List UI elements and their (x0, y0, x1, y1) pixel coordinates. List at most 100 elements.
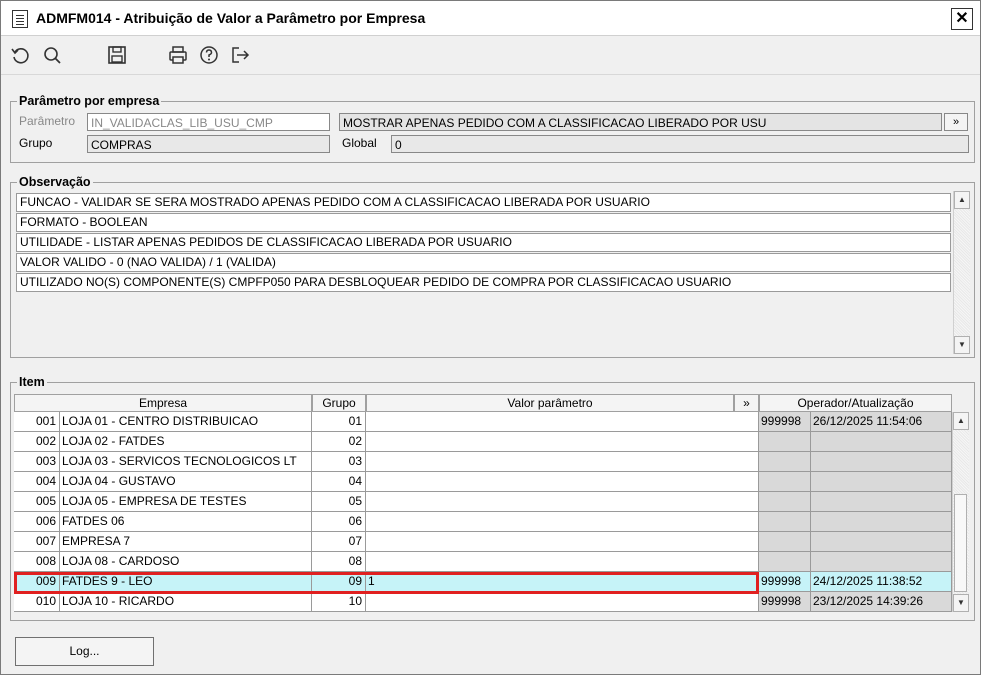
valor-cell[interactable] (366, 552, 759, 572)
operador-column-header[interactable]: Operador/Atualização (759, 394, 952, 412)
empresa-column-header[interactable]: Empresa (14, 394, 312, 412)
global-label: Global (342, 136, 377, 150)
parametro-label: Parâmetro (19, 114, 76, 128)
table-row[interactable]: 005 LOJA 05 - EMPRESA DE TESTES 05 (14, 492, 952, 512)
global-field: 0 (391, 135, 969, 153)
atualizacao-cell: 23/12/2025 14:39:26 (811, 592, 952, 612)
close-button[interactable]: ✕ (951, 8, 973, 30)
observacao-scrollbar[interactable]: ▲ ▼ (953, 191, 970, 354)
log-button[interactable]: Log... (15, 637, 154, 666)
operador-cell (759, 552, 811, 572)
toolbar (1, 36, 980, 75)
title-bar: ADMFM014 - Atribuição de Valor a Parâmet… (1, 1, 980, 36)
atualizacao-cell (811, 512, 952, 532)
grupo-cell: 04 (312, 472, 366, 492)
operador-cell: 999998 (759, 592, 811, 612)
empresa-name-cell: FATDES 9 - LEO (60, 572, 312, 592)
empresa-name-cell: LOJA 03 - SERVICOS TECNOLOGICOS LT (60, 452, 312, 472)
atualizacao-cell (811, 472, 952, 492)
grupo-field: COMPRAS (87, 135, 330, 153)
empresa-name-cell: LOJA 01 - CENTRO DISTRIBUICAO (60, 412, 312, 432)
table-row[interactable]: 010 LOJA 10 - RICARDO 10 999998 23/12/20… (14, 592, 952, 612)
empresa-name-cell: EMPRESA 7 (60, 532, 312, 552)
search-icon[interactable] (41, 44, 63, 66)
valor-cell[interactable] (366, 432, 759, 452)
empresa-name-cell: LOJA 08 - CARDOSO (60, 552, 312, 572)
window-title: ADMFM014 - Atribuição de Valor a Parâmet… (36, 10, 426, 26)
operador-cell (759, 432, 811, 452)
observacao-line[interactable]: UTILIZADO NO(S) COMPONENTE(S) CMPFP050 P… (16, 273, 951, 292)
table-row[interactable]: 007 EMPRESA 7 07 (14, 532, 952, 552)
atualizacao-cell (811, 532, 952, 552)
parametro-more-button[interactable]: » (944, 113, 968, 131)
atualizacao-cell: 26/12/2025 11:54:06 (811, 412, 952, 432)
observacao-line[interactable]: VALOR VALIDO - 0 (NAO VALIDA) / 1 (VALID… (16, 253, 951, 272)
observacao-group: Observação FUNCAO - VALIDAR SE SERA MOST… (10, 175, 975, 358)
empresa-code-cell: 001 (14, 412, 60, 432)
atualizacao-cell (811, 552, 952, 572)
valor-more-button[interactable]: » (734, 394, 759, 412)
atualizacao-cell (811, 452, 952, 472)
scroll-down-icon[interactable]: ▼ (954, 336, 970, 354)
scroll-up-icon[interactable]: ▲ (953, 412, 969, 430)
grupo-cell: 08 (312, 552, 366, 572)
help-icon[interactable] (198, 44, 220, 66)
operador-cell (759, 452, 811, 472)
valor-cell[interactable]: 1 (366, 572, 759, 592)
grupo-column-header[interactable]: Grupo (312, 394, 366, 412)
parametro-description-field: MOSTRAR APENAS PEDIDO COM A CLASSIFICACA… (339, 113, 942, 131)
print-icon[interactable] (167, 44, 189, 66)
operador-cell (759, 492, 811, 512)
item-grid-scrollbar[interactable]: ▲ ▼ (952, 412, 969, 612)
observacao-line[interactable]: FORMATO - BOOLEAN (16, 213, 951, 232)
table-row[interactable]: 003 LOJA 03 - SERVICOS TECNOLOGICOS LT 0… (14, 452, 952, 472)
app-window: ADMFM014 - Atribuição de Valor a Parâmet… (0, 0, 981, 675)
save-icon[interactable] (106, 44, 128, 66)
operador-cell (759, 532, 811, 552)
empresa-code-cell: 002 (14, 432, 60, 452)
empresa-code-cell: 007 (14, 532, 60, 552)
empresa-name-cell: LOJA 05 - EMPRESA DE TESTES (60, 492, 312, 512)
operador-cell (759, 512, 811, 532)
table-row-selected[interactable]: 009 FATDES 9 - LEO 09 1 999998 24/12/202… (14, 572, 952, 592)
empresa-name-cell: LOJA 02 - FATDES (60, 432, 312, 452)
valor-cell[interactable] (366, 412, 759, 432)
empresa-code-cell: 010 (14, 592, 60, 612)
table-row[interactable]: 006 FATDES 06 06 (14, 512, 952, 532)
empresa-code-cell: 004 (14, 472, 60, 492)
valor-column-header[interactable]: Valor parâmetro (366, 394, 734, 412)
valor-cell[interactable] (366, 592, 759, 612)
scroll-down-icon[interactable]: ▼ (953, 594, 969, 612)
parametro-group: Parâmetro por empresa Parâmetro IN_VALID… (10, 94, 975, 163)
empresa-code-cell: 009 (14, 572, 60, 592)
valor-cell[interactable] (366, 452, 759, 472)
table-row[interactable]: 004 LOJA 04 - GUSTAVO 04 (14, 472, 952, 492)
table-row[interactable]: 001 LOJA 01 - CENTRO DISTRIBUICAO 01 999… (14, 412, 952, 432)
empresa-name-cell: LOJA 10 - RICARDO (60, 592, 312, 612)
atualizacao-cell (811, 432, 952, 452)
observacao-line[interactable]: UTILIDADE - LISTAR APENAS PEDIDOS DE CLA… (16, 233, 951, 252)
observacao-line[interactable]: FUNCAO - VALIDAR SE SERA MOSTRADO APENAS… (16, 193, 951, 212)
exit-icon[interactable] (229, 44, 251, 66)
observacao-group-legend: Observação (17, 175, 93, 189)
valor-cell[interactable] (366, 532, 759, 552)
grupo-cell: 01 (312, 412, 366, 432)
table-row[interactable]: 008 LOJA 08 - CARDOSO 08 (14, 552, 952, 572)
document-icon (12, 10, 28, 28)
empresa-name-cell: FATDES 06 (60, 512, 312, 532)
grupo-cell: 02 (312, 432, 366, 452)
scroll-thumb[interactable] (954, 494, 967, 592)
grupo-cell: 05 (312, 492, 366, 512)
atualizacao-cell (811, 492, 952, 512)
parametro-field[interactable]: IN_VALIDACLAS_LIB_USU_CMP (87, 113, 330, 131)
valor-cell[interactable] (366, 492, 759, 512)
empresa-name-cell: LOJA 04 - GUSTAVO (60, 472, 312, 492)
refresh-icon[interactable] (9, 44, 31, 66)
empresa-code-cell: 008 (14, 552, 60, 572)
parametro-group-legend: Parâmetro por empresa (17, 94, 162, 108)
scroll-up-icon[interactable]: ▲ (954, 191, 970, 209)
valor-cell[interactable] (366, 472, 759, 492)
operador-cell: 999998 (759, 412, 811, 432)
valor-cell[interactable] (366, 512, 759, 532)
table-row[interactable]: 002 LOJA 02 - FATDES 02 (14, 432, 952, 452)
